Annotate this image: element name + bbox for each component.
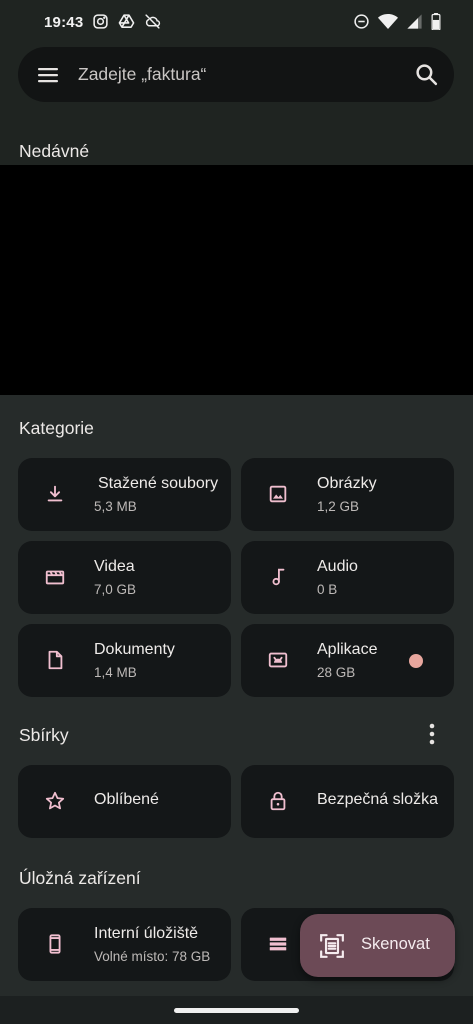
status-bar: 19:43 <box>0 0 473 46</box>
category-card-apps[interactable]: Aplikace 28 GB <box>241 624 454 697</box>
notification-icons <box>92 13 161 30</box>
collection-title: Bezpečná složka <box>317 791 438 808</box>
storage-icon <box>269 937 287 951</box>
search-icon[interactable] <box>414 62 439 87</box>
search-input[interactable]: Zadejte „faktura“ <box>78 64 206 85</box>
video-icon <box>45 570 65 585</box>
drive-icon <box>118 14 135 28</box>
category-title: Obrázky <box>317 475 377 492</box>
category-size: 28 GB <box>317 665 356 680</box>
category-title: Audio <box>317 558 358 575</box>
category-title: Videa <box>94 558 135 575</box>
storage-title: Interní úložiště <box>94 925 199 942</box>
category-size: 1,4 MB <box>94 665 137 680</box>
system-status-icons <box>353 13 441 30</box>
update-badge-dot <box>409 654 423 668</box>
cloud-off-icon <box>145 14 161 29</box>
dnd-icon <box>354 14 369 29</box>
category-card-documents[interactable]: Dokumenty 1,4 MB <box>18 624 231 697</box>
android-icon <box>268 652 288 668</box>
wifi-icon <box>378 14 398 29</box>
collection-card-safe-folder[interactable]: Bezpečná složka <box>241 765 454 838</box>
star-icon <box>45 791 65 810</box>
image-icon <box>269 485 287 503</box>
category-title: Aplikace <box>317 641 378 658</box>
collection-card-favorites[interactable]: Oblíbené <box>18 765 231 838</box>
storage-free-space: Volné místo: 78 GB <box>94 949 211 964</box>
phone-icon <box>49 934 61 954</box>
lock-icon <box>270 791 286 811</box>
category-size: 7,0 GB <box>94 582 137 597</box>
home-indicator[interactable] <box>174 1008 299 1013</box>
files-app-browse-screen: 19:43 Zadejte „faktura“ Nedávné Kategori… <box>0 0 473 1024</box>
collections-section-title: Sbírky <box>19 725 69 745</box>
document-icon <box>48 650 63 670</box>
search-bar[interactable]: Zadejte „faktura“ <box>18 47 454 102</box>
category-title: Stažené soubory <box>98 475 219 492</box>
menu-icon[interactable] <box>36 63 60 87</box>
storage-section-title: Úložná zařízení <box>19 868 141 888</box>
document-scanner-icon <box>320 934 344 958</box>
category-card-videos[interactable]: Videa 7,0 GB <box>18 541 231 614</box>
category-title: Dokumenty <box>94 641 175 658</box>
music-note-icon <box>272 568 285 586</box>
scan-fab-button[interactable]: Skenovat <box>300 914 455 977</box>
category-card-audio[interactable]: Audio 0 B <box>241 541 454 614</box>
category-size: 1,2 GB <box>317 499 360 514</box>
status-time: 19:43 <box>44 14 84 31</box>
more-vert-icon[interactable] <box>421 722 443 746</box>
category-card-downloads[interactable]: Stažené soubory 5,3 MB <box>18 458 231 531</box>
recent-section-title: Nedávné <box>19 141 90 161</box>
categories-section-title: Kategorie <box>19 418 94 438</box>
scan-fab-label: Skenovat <box>361 935 430 953</box>
signal-icon <box>407 14 422 29</box>
collection-title: Oblíbené <box>94 791 159 808</box>
category-size: 0 B <box>317 582 338 597</box>
instagram-icon <box>93 14 108 29</box>
storage-card-internal[interactable]: Interní úložiště Volné místo: 78 GB <box>18 908 231 981</box>
battery-icon <box>431 13 441 30</box>
category-size: 5,3 MB <box>94 499 137 514</box>
recent-files-area <box>0 165 473 395</box>
download-icon <box>47 485 63 502</box>
category-card-images[interactable]: Obrázky 1,2 GB <box>241 458 454 531</box>
